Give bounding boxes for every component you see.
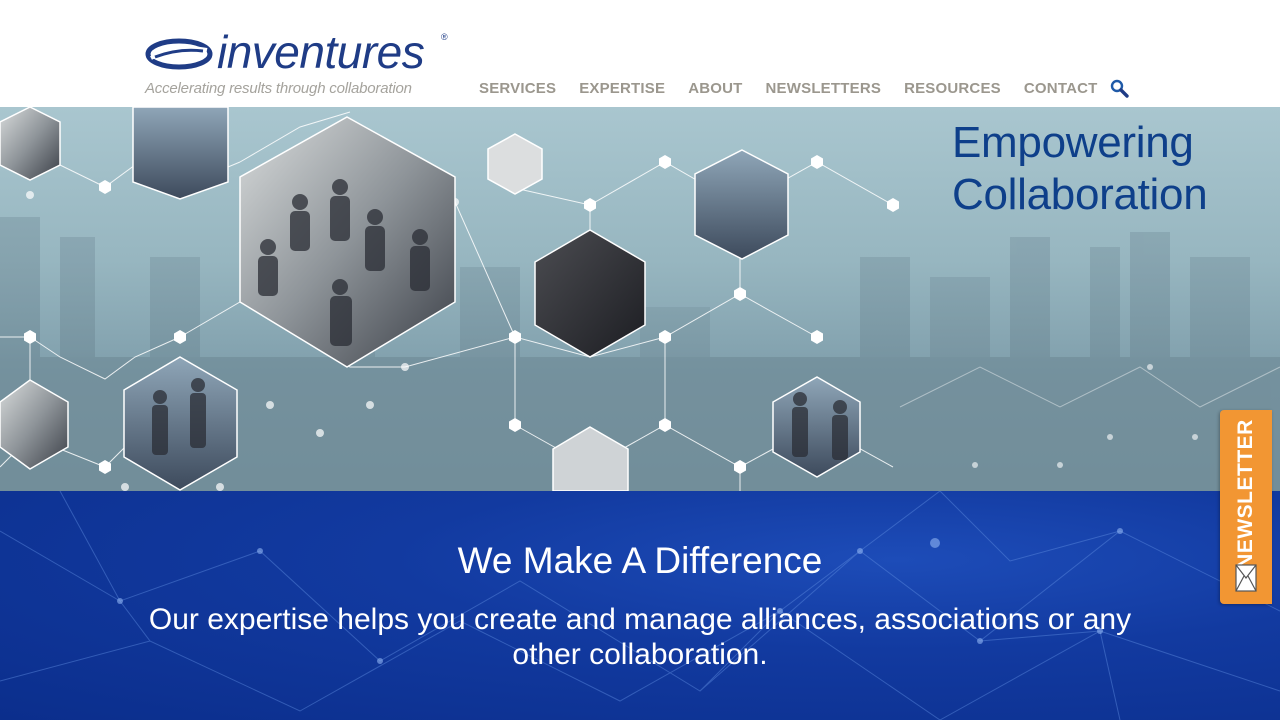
main-nav: SERVICES EXPERTISE ABOUT NEWSLETTERS RES… <box>479 78 1121 98</box>
logo-wordmark: inventures <box>217 26 425 78</box>
photo-hexagon-smartphone <box>694 149 789 260</box>
photo-hexagon-phone-hand <box>0 107 61 181</box>
logo-swoosh-icon <box>145 38 213 70</box>
logo-tagline: Accelerating results through collaborati… <box>145 80 412 97</box>
hero-banner: Empowering Collaboration <box>0 107 1280 491</box>
newsletter-tab[interactable]: NEWSLETTER <box>1220 410 1272 604</box>
logo[interactable]: inventures ® Accelerating results throug… <box>145 28 455 100</box>
nav-services[interactable]: SERVICES <box>479 80 556 97</box>
value-proposition-section: We Make A Difference Our expertise helps… <box>0 491 1280 720</box>
site-header: inventures ® Accelerating results throug… <box>0 0 1280 107</box>
nav-newsletters[interactable]: NEWSLETTERS <box>766 80 882 97</box>
hero-title-line2: Collaboration <box>952 170 1208 219</box>
photo-hexagon-telephone <box>487 133 543 195</box>
hero-title-line1: Empowering <box>952 118 1194 167</box>
photo-hexagon-hands-together <box>534 229 646 358</box>
newsletter-tab-label: NEWSLETTER <box>1234 419 1257 569</box>
nav-about[interactable]: ABOUT <box>688 80 742 97</box>
search-icon[interactable] <box>1110 79 1130 99</box>
nav-contact[interactable]: CONTACT <box>1024 80 1098 97</box>
registered-mark: ® <box>441 32 448 42</box>
section-description: Our expertise helps you create and manag… <box>148 603 1132 671</box>
envelope-icon <box>1235 564 1257 592</box>
section-heading: We Make A Difference <box>457 540 823 581</box>
hero-title: Empowering Collaboration <box>952 117 1252 221</box>
nav-expertise[interactable]: EXPERTISE <box>579 80 665 97</box>
photo-hexagon-stairs <box>132 107 229 200</box>
nav-resources[interactable]: RESOURCES <box>904 80 1001 97</box>
